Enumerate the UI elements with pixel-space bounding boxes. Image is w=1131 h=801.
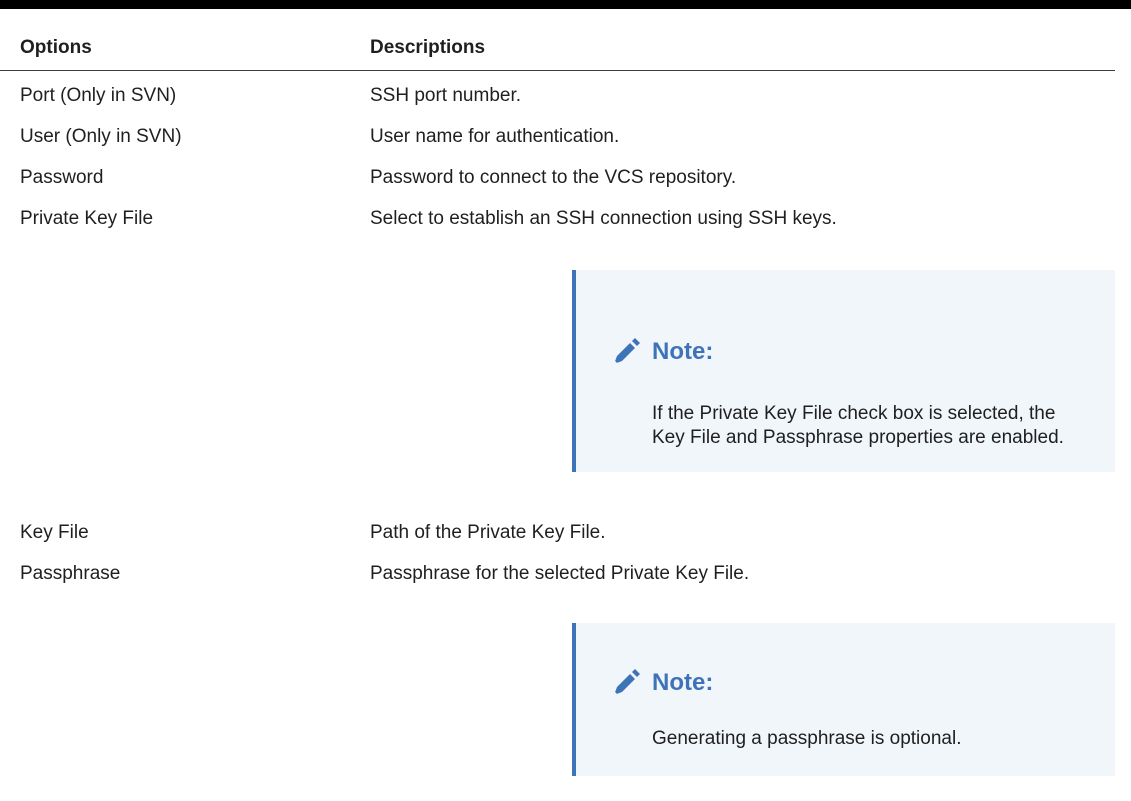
note-box: Note: Generating a passphrase is optiona…: [572, 623, 1115, 776]
option-cell: Passphrase: [20, 563, 121, 584]
note-title: Note:: [652, 669, 714, 696]
description-cell: Select to establish an SSH connection us…: [370, 208, 837, 229]
option-cell: Private Key File: [20, 208, 154, 229]
descriptions-column-header: Descriptions: [370, 37, 486, 58]
description-cell: Passphrase for the selected Private Key …: [370, 563, 750, 584]
note-title: Note:: [652, 338, 714, 365]
option-cell: Port (Only in SVN): [20, 85, 177, 106]
top-rule: [0, 0, 1131, 9]
description-cell: SSH port number.: [370, 85, 522, 106]
note-body: If the Private Key File check box is sel…: [652, 403, 1064, 448]
options-column-header: Options: [20, 37, 92, 58]
option-cell: Key File: [20, 522, 89, 543]
description-cell: User name for authentication.: [370, 126, 620, 147]
description-cell: Password to connect to the VCS repositor…: [370, 167, 737, 188]
description-cell: Path of the Private Key File.: [370, 522, 606, 543]
option-cell: User (Only in SVN): [20, 126, 182, 147]
note-body: Generating a passphrase is optional.: [652, 728, 962, 749]
pencil-icon: [614, 338, 640, 364]
table-header: Options Descriptions: [0, 9, 1115, 71]
note-box: Note: If the Private Key File check box …: [572, 270, 1115, 472]
option-cell: Password: [20, 167, 104, 188]
pencil-icon: [614, 669, 640, 695]
